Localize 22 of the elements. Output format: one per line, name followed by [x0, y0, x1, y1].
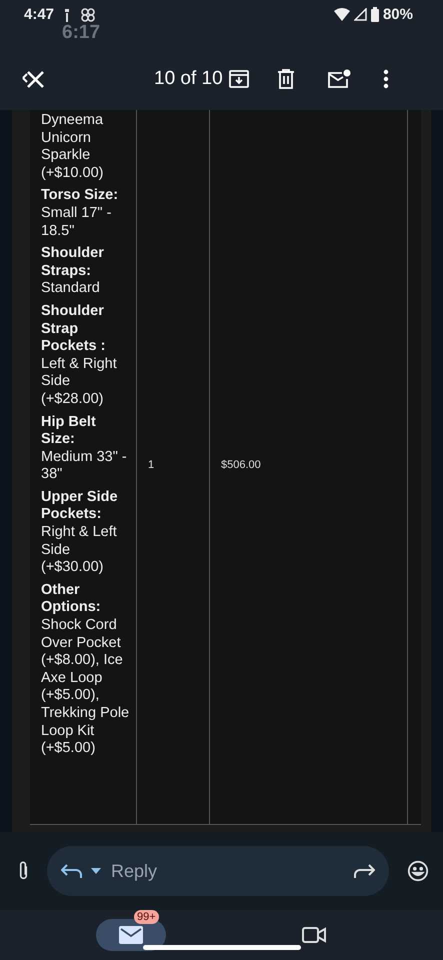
option-value: Left & Right Side (+$28.00) [41, 356, 118, 408]
price-text: $506.00 [221, 459, 262, 471]
battery-percent: 80% [382, 6, 413, 23]
option-label: Torso Size: [41, 187, 120, 205]
option-label: Shoulder Strap Pockets : [41, 302, 106, 356]
option-value: Shock Cord Over Pocket (+$8.00), Ice Axe Loop (+$5.00), Trekking Pole Loop Kit (+$5.00) [41, 617, 130, 758]
option-label: Other Options: [41, 582, 102, 618]
option-value: Dyneema Unicorn Sparkle (+$10.00) [41, 112, 104, 182]
status-time: 4:47 [24, 6, 54, 23]
option-label: Shoulder Straps: [41, 245, 105, 280]
option-value: Right & Left Side (+$30.00) [41, 524, 118, 577]
quantity-text: 1 [148, 459, 156, 471]
option-label: Hip Belt Size: [41, 414, 97, 449]
option-value: Medium 33" - 38" [41, 448, 128, 484]
option-value: Standard [41, 280, 101, 298]
message-counter: 10 of 10 [154, 68, 223, 90]
unread-badge: 99+ [134, 910, 159, 924]
option-label: Upper Side Pockets: [41, 488, 119, 524]
status-time: 6:17 [62, 22, 100, 44]
option-value: Small 17" - 18.5" [41, 204, 112, 240]
reply-bar[interactable]: Reply [47, 846, 389, 896]
reply-field[interactable]: Reply [109, 860, 345, 882]
